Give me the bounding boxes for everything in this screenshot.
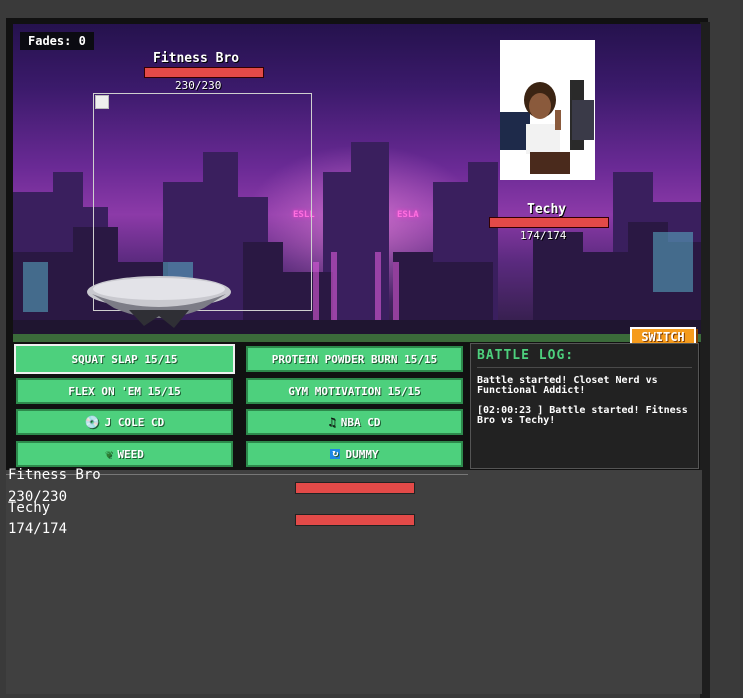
enemy-hp-fill (490, 218, 608, 227)
player-hp-bar (144, 67, 264, 78)
item-label: J COLE CD (104, 415, 165, 429)
move-label: PROTEIN POWDER BURN 15/15 (271, 352, 438, 366)
item-button-weed[interactable]: ❦ WEED (16, 441, 233, 467)
player-name: Fitness Bro (153, 51, 240, 66)
music-note-icon: ♫ (328, 415, 336, 429)
battle-log-entry: Battle started! Closet Nerd vs Functiona… (477, 375, 658, 396)
item-button-j-cole-cd[interactable]: 💿 J COLE CD (16, 409, 233, 435)
move-label: FLEX ON 'EM 15/15 (68, 384, 181, 398)
neon-sign-right: ESLA (397, 210, 419, 220)
stats-enemy-hp-bar (295, 514, 415, 526)
move-button-flex-on-em[interactable]: FLEX ON 'EM 15/15 (16, 378, 233, 404)
stats-panel: Fitness Bro 230/230 Techy 174/174 (6, 467, 702, 694)
stats-player-hp-bar (295, 482, 415, 494)
move-button-protein-powder-burn[interactable]: PROTEIN POWDER BURN 15/15 (246, 346, 463, 372)
item-label: DUMMY (345, 447, 379, 461)
enemy-hp-text: 174/174 (520, 229, 567, 242)
broken-image-icon (95, 95, 109, 109)
enemy-sprite (500, 40, 595, 180)
item-button-dummy[interactable]: ↻ DUMMY (246, 441, 463, 467)
move-label: SQUAT SLAP 15/15 (71, 352, 178, 366)
fades-counter: Fades: 0 (20, 32, 94, 50)
battle-log-divider (477, 367, 692, 368)
cd-icon: 💿 (84, 415, 100, 429)
battle-log-entry: [02:00:23 ] Battle started! Fitness Bro … (477, 405, 688, 426)
refresh-icon: ↻ (330, 448, 341, 459)
stats-enemy-hp: 174/174 (8, 521, 68, 537)
enemy-hp-bar (489, 217, 609, 228)
move-button-squat-slap[interactable]: SQUAT SLAP 15/15 (14, 344, 235, 374)
move-label: GYM MOTIVATION 15/15 (288, 384, 421, 398)
item-button-nba-cd[interactable]: ♫ NBA CD (246, 409, 463, 435)
move-button-gym-motivation[interactable]: GYM MOTIVATION 15/15 (246, 378, 463, 404)
enemy-name: Techy (527, 202, 567, 217)
battle-log-panel: BATTLE LOG: Battle started! Closet Nerd … (470, 343, 699, 469)
leaf-icon: ❦ (105, 447, 113, 461)
item-label: WEED (117, 447, 144, 461)
battle-log-title: BATTLE LOG: (477, 348, 575, 363)
item-label: NBA CD (340, 415, 381, 429)
player-hp-text: 230/230 (175, 79, 222, 92)
stats-player-name: Fitness Bro (8, 467, 101, 483)
battle-platform (87, 276, 231, 328)
player-hp-fill (145, 68, 263, 77)
stats-enemy-name: Techy (8, 500, 51, 516)
